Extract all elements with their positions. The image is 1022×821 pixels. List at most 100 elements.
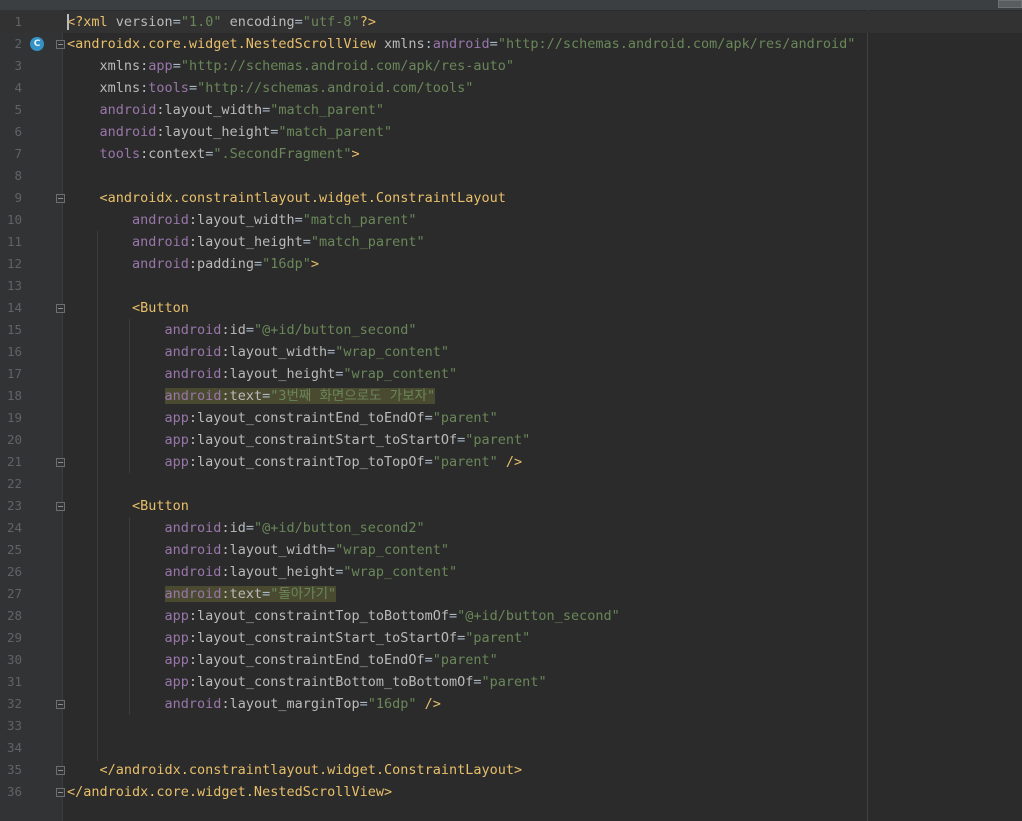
line-number: 27 — [6, 586, 22, 601]
line-number: 35 — [6, 762, 22, 777]
code-line[interactable]: 21 app:layout_constraintTop_toTopOf="par… — [0, 451, 1022, 473]
code-line[interactable]: 5 android:layout_width="match_parent" — [0, 99, 1022, 121]
code-text: android:layout_width="match_parent" — [67, 209, 417, 231]
fold-toggle-icon[interactable] — [56, 766, 65, 775]
line-number: 10 — [6, 212, 22, 227]
code-token: :layout_constraintStart_toStartOf — [188, 432, 458, 448]
inspection-widget-icon[interactable] — [998, 0, 1022, 8]
code-text: android:padding="16dp"> — [67, 253, 319, 275]
code-line[interactable]: 32 android:layout_marginTop="16dp" /> — [0, 693, 1022, 715]
code-line[interactable]: 35 </androidx.constraintlayout.widget.Co… — [0, 759, 1022, 781]
code-token: app — [67, 652, 189, 668]
code-text: android:layout_height="match_parent" — [67, 231, 425, 253]
code-line[interactable]: 34 — [0, 737, 1022, 759]
code-token: = — [424, 454, 433, 470]
code-line[interactable]: 26 android:layout_height="wrap_content" — [0, 561, 1022, 583]
code-text: <androidx.constraintlayout.widget.Constr… — [67, 187, 506, 209]
code-text: android:text="돌아가기" — [67, 583, 337, 605]
code-token: tools — [148, 80, 189, 96]
code-text: android:layout_height="wrap_content" — [67, 561, 458, 583]
code-token: android — [67, 256, 189, 272]
code-token: = — [172, 58, 181, 74]
code-line[interactable]: 7 tools:context=".SecondFragment"> — [0, 143, 1022, 165]
line-number: 22 — [6, 476, 22, 491]
code-line[interactable]: 12 android:padding="16dp"> — [0, 253, 1022, 275]
code-line[interactable]: 27 android:text="돌아가기" — [0, 583, 1022, 605]
code-token: xmlns — [383, 36, 425, 52]
code-token: android — [67, 102, 157, 118]
code-token: "돌아가기" — [270, 586, 337, 602]
code-line[interactable]: 33 — [0, 715, 1022, 737]
code-line[interactable]: 19 app:layout_constraintEnd_toEndOf="par… — [0, 407, 1022, 429]
code-line[interactable]: 31 app:layout_constraintBottom_toBottomO… — [0, 671, 1022, 693]
line-number: 5 — [14, 102, 22, 117]
code-token: "parent" — [465, 432, 531, 448]
fold-toggle-icon[interactable] — [56, 700, 65, 709]
code-text: </androidx.constraintlayout.widget.Const… — [67, 759, 523, 781]
line-number: 17 — [6, 366, 22, 381]
code-token: = — [253, 256, 263, 272]
code-token: version — [115, 14, 173, 30]
fold-toggle-icon[interactable] — [56, 788, 65, 797]
code-text: <Button — [67, 495, 189, 517]
code-line[interactable]: 1 <?xml version="1.0" encoding="utf-8"?> — [0, 11, 1022, 33]
code-editor[interactable]: C 1 <?xml version="1.0" encoding="utf-8"?… — [0, 0, 1022, 821]
code-line[interactable]: 20 app:layout_constraintStart_toStartOf=… — [0, 429, 1022, 451]
code-text: android:id="@+id/button_second2" — [67, 517, 425, 539]
code-line[interactable]: 15 android:id="@+id/button_second" — [0, 319, 1022, 341]
code-line[interactable]: 17 android:layout_height="wrap_content" — [0, 363, 1022, 385]
code-text: app:layout_constraintBottom_toBottomOf="… — [67, 671, 547, 693]
code-line[interactable]: 6 android:layout_height="match_parent" — [0, 121, 1022, 143]
code-line[interactable]: 2 <androidx.core.widget.NestedScrollView … — [0, 33, 1022, 55]
code-line[interactable]: 24 android:id="@+id/button_second2" — [0, 517, 1022, 539]
code-token: :layout_marginTop — [221, 696, 360, 712]
code-line[interactable]: 18 android:text="3번째 화면으로도 가보자" — [0, 385, 1022, 407]
code-line[interactable]: 9 <androidx.constraintlayout.widget.Cons… — [0, 187, 1022, 209]
code-token: android — [67, 124, 157, 140]
code-token: = — [294, 14, 303, 30]
code-line[interactable]: 30 app:layout_constraintEnd_toEndOf="par… — [0, 649, 1022, 671]
fold-toggle-icon[interactable] — [56, 458, 65, 467]
code-text: android:layout_height="wrap_content" — [67, 363, 458, 385]
code-line[interactable]: 13 — [0, 275, 1022, 297]
code-token: "match_parent" — [278, 124, 393, 140]
code-line[interactable]: 11 android:layout_height="match_parent" — [0, 231, 1022, 253]
code-token: :layout_width — [188, 212, 295, 228]
code-line[interactable]: 28 app:layout_constraintTop_toBottomOf="… — [0, 605, 1022, 627]
code-line[interactable]: 3 xmlns:app="http://schemas.android.com/… — [0, 55, 1022, 77]
code-token: :id — [221, 322, 246, 338]
code-token: :layout_constraintStart_toStartOf — [188, 630, 458, 646]
code-line[interactable]: 36 </androidx.core.widget.NestedScrollVie… — [0, 781, 1022, 803]
fold-toggle-icon[interactable] — [56, 502, 65, 511]
code-line[interactable]: 4 xmlns:tools="http://schemas.android.co… — [0, 77, 1022, 99]
code-line[interactable]: 29 app:layout_constraintStart_toStartOf=… — [0, 627, 1022, 649]
code-token: ".SecondFragment" — [213, 146, 352, 162]
code-token: = — [489, 36, 498, 52]
code-token: android — [67, 322, 222, 338]
code-line[interactable]: 10 android:layout_width="match_parent" — [0, 209, 1022, 231]
code-line[interactable]: 22 — [0, 473, 1022, 495]
code-line[interactable]: 23 <Button — [0, 495, 1022, 517]
code-token: <androidx.core.widget.NestedScrollView — [67, 36, 384, 52]
code-line[interactable]: 25 android:layout_width="wrap_content" — [0, 539, 1022, 561]
fold-toggle-icon[interactable] — [56, 194, 65, 203]
code-token: "1.0" — [180, 14, 222, 30]
code-token: <Button — [67, 498, 189, 514]
code-token: :layout_constraintEnd_toEndOf — [188, 410, 425, 426]
code-token: app — [67, 410, 189, 426]
line-number: 14 — [6, 300, 22, 315]
fold-toggle-icon[interactable] — [56, 304, 65, 313]
code-line[interactable]: 14 <Button — [0, 297, 1022, 319]
fold-toggle-icon[interactable] — [56, 40, 65, 49]
code-line[interactable]: 8 — [0, 165, 1022, 187]
code-line[interactable]: 16 android:layout_width="wrap_content" — [0, 341, 1022, 363]
code-token: :layout_constraintBottom_toBottomOf — [188, 674, 474, 690]
code-token: "wrap_content" — [343, 366, 458, 382]
code-token: android — [67, 366, 222, 382]
line-number: 30 — [6, 652, 22, 667]
code-token: "parent" — [432, 410, 498, 426]
code-token: "utf-8" — [302, 14, 360, 30]
code-token: android — [67, 344, 222, 360]
line-number: 24 — [6, 520, 22, 535]
line-number: 36 — [6, 784, 22, 799]
